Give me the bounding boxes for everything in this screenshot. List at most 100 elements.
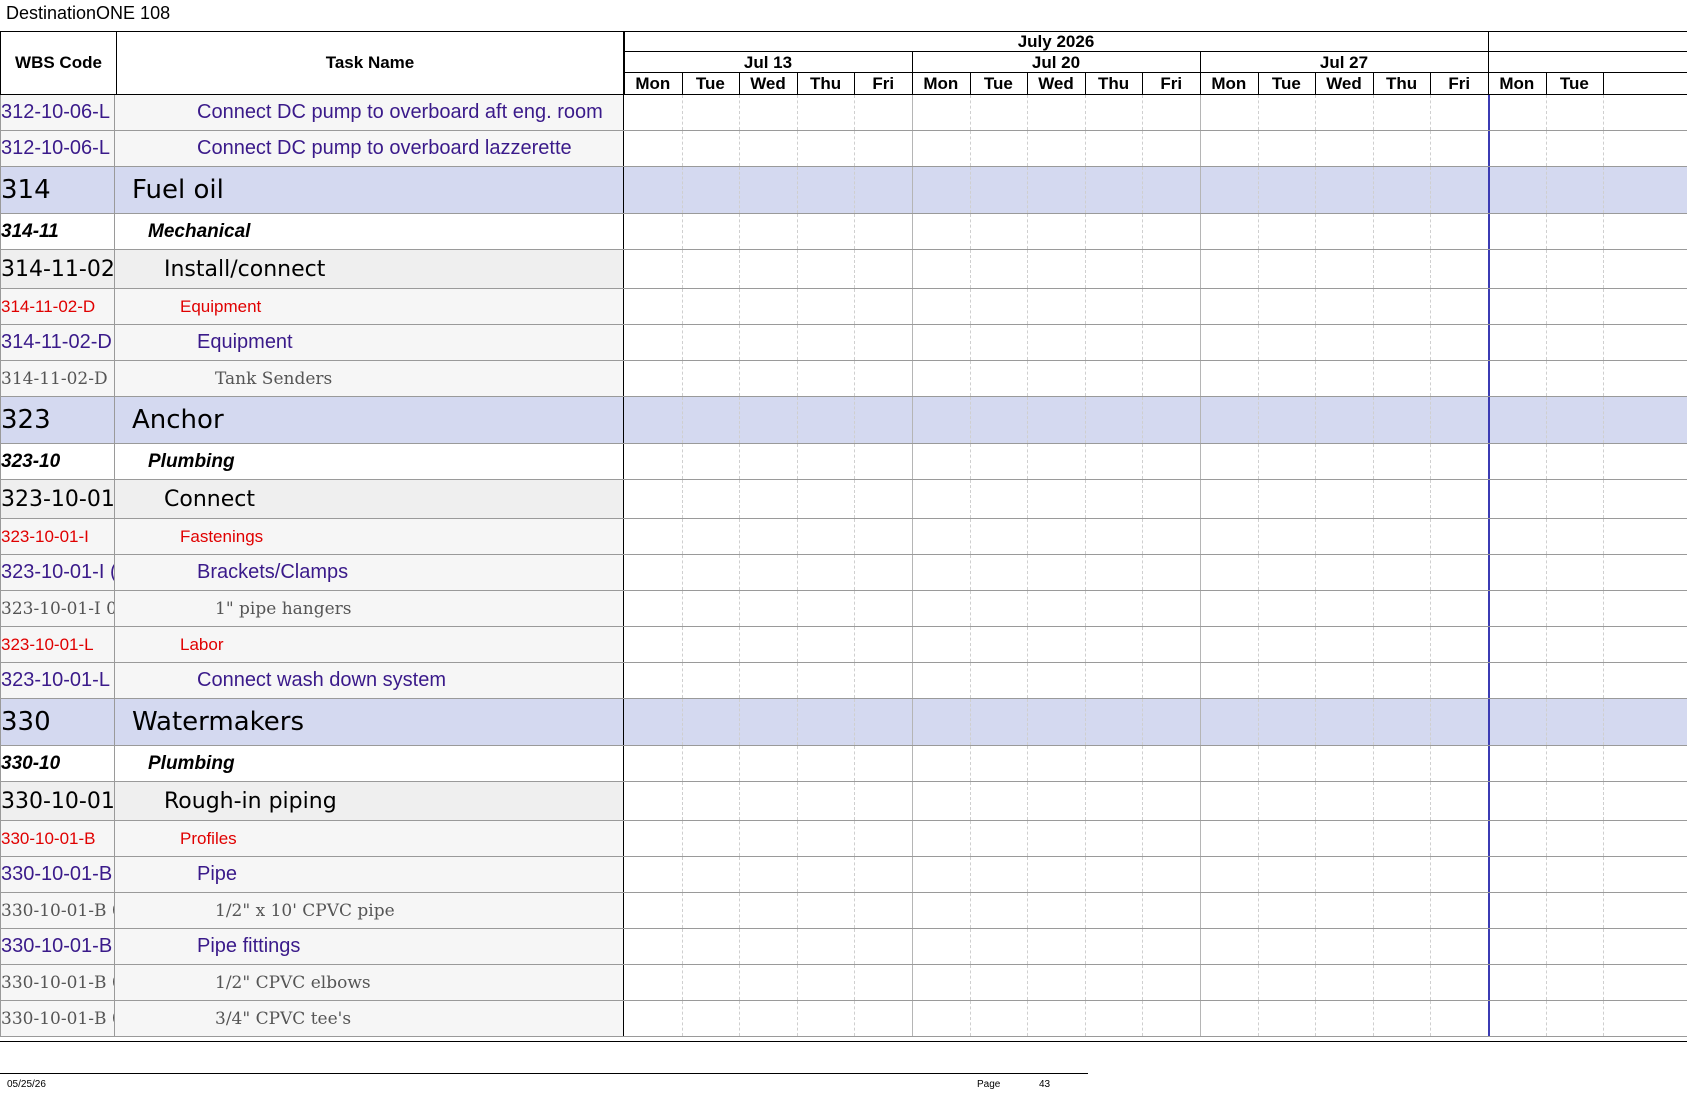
wbs-code-cell[interactable]: 330-10-01-B 0 — [0, 965, 115, 1000]
wbs-code-cell[interactable]: 323-10-01-I ( — [0, 555, 115, 590]
gantt-row-area[interactable] — [624, 444, 1687, 479]
task-name-cell[interactable]: Watermakers — [115, 699, 624, 745]
table-row[interactable]: 312-10-06-L Connect DC pump to overboard … — [0, 95, 1687, 131]
task-name-cell[interactable]: 1/2" CPVC elbows — [115, 965, 624, 1000]
wbs-code-cell[interactable]: 323-10-01 — [0, 480, 115, 518]
table-row[interactable]: 330-10 Plumbing — [0, 746, 1687, 782]
table-row[interactable]: 330-10-01-B Profiles — [0, 821, 1687, 857]
wbs-code-cell[interactable]: 330 — [0, 699, 115, 745]
table-row[interactable]: 323-10-01-L Labor — [0, 627, 1687, 663]
table-row[interactable]: 323 Anchor — [0, 397, 1687, 444]
table-row[interactable]: 314-11-02-D Equipment — [0, 289, 1687, 325]
task-name-header[interactable]: Task Name — [117, 32, 623, 94]
table-row[interactable]: 314-11 Mechanical — [0, 214, 1687, 250]
gantt-row-area[interactable] — [624, 929, 1687, 964]
wbs-code-cell[interactable]: 314 — [0, 167, 115, 213]
wbs-code-header[interactable]: WBS Code — [1, 32, 117, 94]
gantt-row-area[interactable] — [624, 167, 1687, 213]
gantt-row-area[interactable] — [624, 782, 1687, 820]
wbs-code-cell[interactable]: 330-10-01-B 0 — [0, 893, 115, 928]
table-row[interactable]: 323-10-01 Connect — [0, 480, 1687, 519]
wbs-code-cell[interactable]: 323-10-01-I 01 — [0, 591, 115, 626]
task-name-cell[interactable]: Mechanical — [115, 214, 624, 249]
wbs-code-cell[interactable]: 314-11 — [0, 214, 115, 249]
gantt-row-area[interactable] — [624, 893, 1687, 928]
gantt-row-area[interactable] — [624, 131, 1687, 166]
table-row[interactable]: 330-10-01-B 0 1/2" CPVC elbows — [0, 965, 1687, 1001]
gantt-row-area[interactable] — [624, 857, 1687, 892]
wbs-code-cell[interactable]: 323-10-01-I — [0, 519, 115, 554]
table-row[interactable]: 312-10-06-L Connect DC pump to overboard … — [0, 131, 1687, 167]
task-name-cell[interactable]: Tank Senders — [115, 361, 624, 396]
table-row[interactable]: 330-10-01-B Pipe fittings — [0, 929, 1687, 965]
table-row[interactable]: 314 Fuel oil — [0, 167, 1687, 214]
gantt-row-area[interactable] — [624, 214, 1687, 249]
task-name-cell[interactable]: Fastenings — [115, 519, 624, 554]
task-name-cell[interactable]: Install/connect — [115, 250, 624, 288]
wbs-code-cell[interactable]: 314-11-02-D — [0, 325, 115, 360]
gantt-row-area[interactable] — [624, 746, 1687, 781]
task-name-cell[interactable]: Labor — [115, 627, 624, 662]
gantt-row-area[interactable] — [624, 289, 1687, 324]
task-name-cell[interactable]: 1" pipe hangers — [115, 591, 624, 626]
wbs-code-cell[interactable]: 314-11-02-D — [0, 289, 115, 324]
gantt-row-area[interactable] — [624, 95, 1687, 130]
task-name-cell[interactable]: 1/2" x 10' CPVC pipe — [115, 893, 624, 928]
task-name-cell[interactable]: Anchor — [115, 397, 624, 443]
wbs-code-cell[interactable]: 323-10-01-L — [0, 627, 115, 662]
table-row[interactable]: 314-11-02-D Equipment — [0, 325, 1687, 361]
gantt-row-area[interactable] — [624, 480, 1687, 518]
table-row[interactable]: 314-11-02-D 0 Tank Senders — [0, 361, 1687, 397]
gantt-row-area[interactable] — [624, 821, 1687, 856]
wbs-code-cell[interactable]: 330-10-01-B — [0, 821, 115, 856]
table-row[interactable]: 330-10-01-B 0 3/4" CPVC tee's — [0, 1001, 1687, 1037]
task-name-cell[interactable]: 3/4" CPVC tee's — [115, 1001, 624, 1036]
wbs-code-cell[interactable]: 330-10-01-B 0 — [0, 1001, 115, 1036]
wbs-code-cell[interactable]: 312-10-06-L — [0, 95, 115, 130]
task-name-cell[interactable]: Profiles — [115, 821, 624, 856]
task-name-cell[interactable]: Brackets/Clamps — [115, 555, 624, 590]
table-row[interactable]: 330 Watermakers — [0, 699, 1687, 746]
wbs-code-cell[interactable]: 330-10 — [0, 746, 115, 781]
task-name-cell[interactable]: Connect — [115, 480, 624, 518]
task-name-cell[interactable]: Pipe — [115, 857, 624, 892]
wbs-code-cell[interactable]: 323 — [0, 397, 115, 443]
gantt-row-area[interactable] — [624, 555, 1687, 590]
gantt-row-area[interactable] — [624, 325, 1687, 360]
task-name-cell[interactable]: Equipment — [115, 289, 624, 324]
wbs-code-cell[interactable]: 312-10-06-L — [0, 131, 115, 166]
table-row[interactable]: 323-10-01-I (Brackets/Clamps — [0, 555, 1687, 591]
task-name-cell[interactable]: Pipe fittings — [115, 929, 624, 964]
task-name-cell[interactable]: Connect DC pump to overboard aft eng. ro… — [115, 95, 624, 130]
table-row[interactable]: 323-10-01-I Fastenings — [0, 519, 1687, 555]
table-row[interactable]: 323-10-01-L Connect wash down system — [0, 663, 1687, 699]
task-name-cell[interactable]: Connect DC pump to overboard lazzerette — [115, 131, 624, 166]
wbs-code-cell[interactable]: 330-10-01 — [0, 782, 115, 820]
gantt-row-area[interactable] — [624, 591, 1687, 626]
task-name-cell[interactable]: Fuel oil — [115, 167, 624, 213]
table-row[interactable]: 323-10-01-I 01 1" pipe hangers — [0, 591, 1687, 627]
gantt-row-area[interactable] — [624, 519, 1687, 554]
table-row[interactable]: 330-10-01-B Pipe — [0, 857, 1687, 893]
wbs-code-cell[interactable]: 330-10-01-B — [0, 929, 115, 964]
wbs-code-cell[interactable]: 314-11-02-D 0 — [0, 361, 115, 396]
table-row[interactable]: 314-11-02 Install/connect — [0, 250, 1687, 289]
table-row[interactable]: 330-10-01-B 0 1/2" x 10' CPVC pipe — [0, 893, 1687, 929]
task-name-cell[interactable]: Connect wash down system — [115, 663, 624, 698]
wbs-code-cell[interactable]: 330-10-01-B — [0, 857, 115, 892]
task-name-cell[interactable]: Equipment — [115, 325, 624, 360]
table-row[interactable]: 330-10-01 Rough-in piping — [0, 782, 1687, 821]
task-name-cell[interactable]: Plumbing — [115, 444, 624, 479]
gantt-row-area[interactable] — [624, 361, 1687, 396]
wbs-code-cell[interactable]: 323-10 — [0, 444, 115, 479]
table-row[interactable]: 323-10 Plumbing — [0, 444, 1687, 480]
wbs-code-cell[interactable]: 323-10-01-L — [0, 663, 115, 698]
gantt-row-area[interactable] — [624, 627, 1687, 662]
task-name-cell[interactable]: Plumbing — [115, 746, 624, 781]
task-name-cell[interactable]: Rough-in piping — [115, 782, 624, 820]
gantt-row-area[interactable] — [624, 250, 1687, 288]
gantt-row-area[interactable] — [624, 1001, 1687, 1036]
wbs-code-cell[interactable]: 314-11-02 — [0, 250, 115, 288]
gantt-row-area[interactable] — [624, 965, 1687, 1000]
gantt-row-area[interactable] — [624, 699, 1687, 745]
